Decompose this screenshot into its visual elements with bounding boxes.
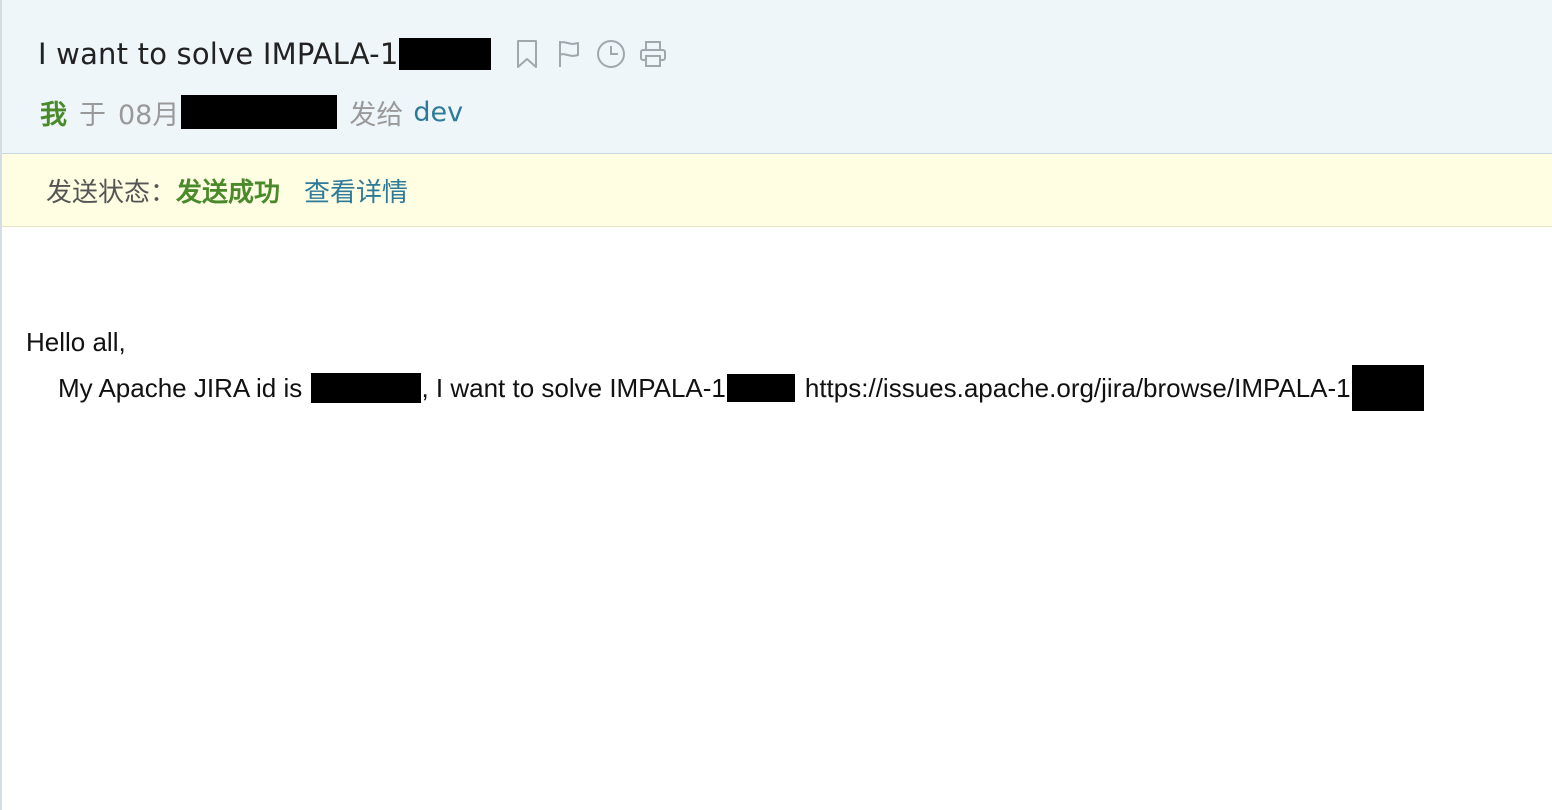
recipient-link[interactable]: dev bbox=[413, 97, 463, 128]
clock-icon[interactable] bbox=[595, 38, 627, 70]
meta-at: 于 bbox=[79, 99, 106, 131]
redaction-block bbox=[181, 95, 338, 129]
send-date: 08月 bbox=[118, 99, 180, 131]
flag-icon[interactable] bbox=[553, 38, 585, 70]
body-text-jira-id: My Apache JIRA id is bbox=[58, 372, 310, 403]
greeting-text: Hello all, bbox=[26, 326, 126, 357]
subject-row: I want to solve IMPALA-1 bbox=[38, 34, 679, 74]
sender-name[interactable]: 我 bbox=[40, 93, 67, 132]
view-details-link[interactable]: 查看详情 bbox=[304, 172, 408, 209]
issue-url[interactable]: https://issues.apache.org/jira/browse/IM… bbox=[805, 373, 1351, 404]
status-value: 发送成功 bbox=[176, 177, 281, 208]
body-text-issue: , I want to solve IMPALA-1 bbox=[421, 372, 726, 403]
email-body: Hello all, My Apache JIRA id is , I want… bbox=[26, 322, 1424, 411]
meta-sent-to: 发给 bbox=[349, 99, 404, 131]
bookmark-icon[interactable] bbox=[511, 38, 543, 70]
email-header: I want to solve IMPALA-1 我 于 08月 发给 dev bbox=[2, 0, 1552, 154]
status-label: 发送状态： bbox=[46, 177, 177, 208]
email-meta: 我 于 08月 发给 dev bbox=[40, 92, 463, 132]
email-view: I want to solve IMPALA-1 我 于 08月 发给 dev … bbox=[0, 0, 1552, 810]
email-toolbar bbox=[511, 38, 679, 70]
redaction-block bbox=[311, 373, 422, 403]
print-icon[interactable] bbox=[637, 38, 669, 70]
email-subject: I want to solve IMPALA-1 bbox=[38, 37, 399, 71]
greeting-line: Hello all, bbox=[26, 322, 1424, 362]
redaction-block bbox=[399, 38, 492, 70]
body-line: My Apache JIRA id is , I want to solve I… bbox=[26, 365, 1424, 411]
send-status-bar: 发送状态： 发送成功 查看详情 bbox=[2, 154, 1552, 227]
redaction-block bbox=[726, 374, 795, 402]
redaction-block bbox=[1351, 365, 1424, 411]
